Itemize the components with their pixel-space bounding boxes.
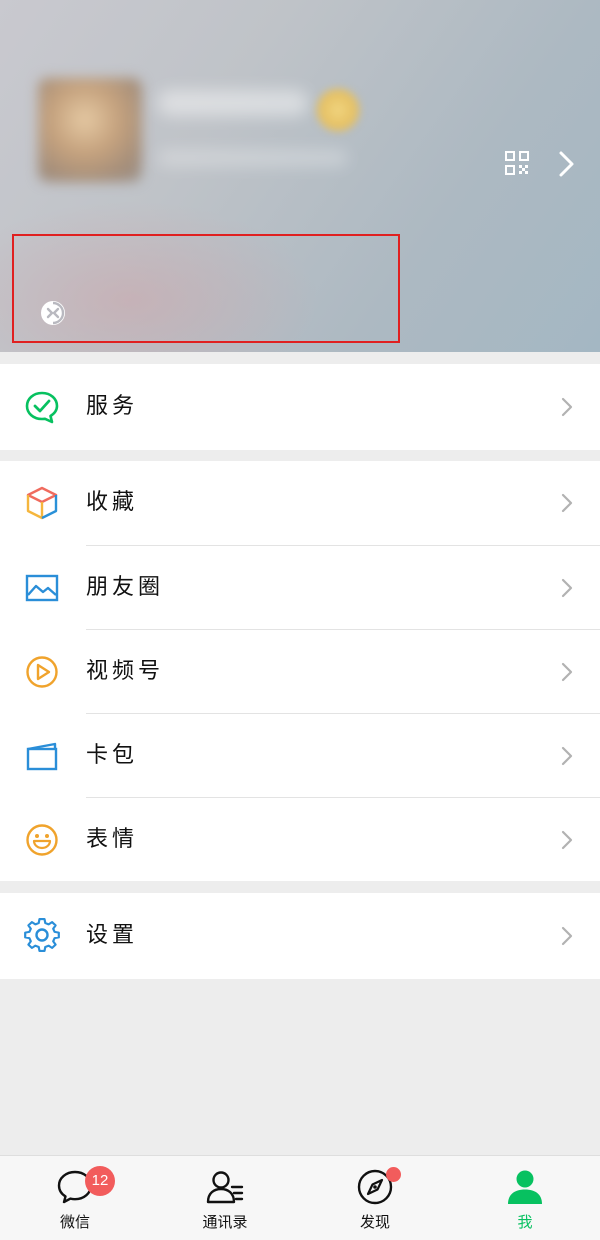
- menu-item-services[interactable]: 服务: [0, 365, 600, 449]
- menu-label-stickers: 表情: [86, 827, 139, 852]
- tab-label-discover: 发现: [359, 1213, 390, 1231]
- menu-label-cards: 卡包: [86, 743, 139, 768]
- nickname-blurred: [158, 90, 308, 116]
- chevron-right-icon: [561, 578, 573, 598]
- wechat-id-blurred: [158, 150, 348, 166]
- menu-group-main: 收藏 朋友圈 视频号 卡包 表情: [0, 461, 600, 881]
- menu-label-channels: 视频号: [86, 659, 165, 684]
- wechat-pay-icon: [25, 391, 59, 424]
- moments-picture-icon: [25, 574, 59, 602]
- menu-label-settings: 设置: [86, 923, 139, 948]
- contacts-icon: [206, 1171, 244, 1204]
- sticker-smile-icon: [26, 824, 58, 856]
- qr-code-icon[interactable]: [504, 150, 530, 176]
- chevron-right-icon: [561, 926, 573, 946]
- status-highlight-box[interactable]: [12, 234, 400, 343]
- menu-label-favorites: 收藏: [86, 490, 139, 515]
- tab-discover[interactable]: 发现: [300, 1156, 450, 1240]
- channels-play-icon: [26, 656, 58, 688]
- menu-item-moments[interactable]: 朋友圈: [0, 546, 600, 630]
- chevron-right-icon[interactable]: [556, 150, 578, 178]
- chevron-right-icon: [561, 746, 573, 766]
- menu-group-settings: 设置: [0, 893, 600, 979]
- chevron-right-icon: [561, 662, 573, 682]
- favorites-cube-icon: [26, 486, 58, 520]
- chevron-right-icon: [561, 397, 573, 417]
- menu-label-moments: 朋友圈: [86, 575, 165, 600]
- new-content-dot: [386, 1167, 401, 1182]
- chevron-right-icon: [561, 830, 573, 850]
- gear-icon: [24, 918, 60, 953]
- profile-header[interactable]: [0, 0, 600, 352]
- menu-label-services: 服务: [86, 394, 139, 419]
- status-emoji-blurred: [316, 88, 360, 132]
- unread-count-badge: 12: [85, 1166, 115, 1196]
- menu-item-channels[interactable]: 视频号: [0, 630, 600, 714]
- tab-chats[interactable]: 12 微信: [0, 1156, 150, 1240]
- person-icon: [508, 1170, 542, 1204]
- menu-item-favorites[interactable]: 收藏: [0, 461, 600, 545]
- tab-label-chats: 微信: [59, 1213, 90, 1231]
- tab-label-me: 我: [517, 1213, 533, 1231]
- avatar[interactable]: [38, 78, 142, 182]
- tab-contacts[interactable]: 通讯录: [150, 1156, 300, 1240]
- card-wallet-icon: [26, 742, 58, 771]
- menu-item-cards[interactable]: 卡包: [0, 714, 600, 798]
- chevron-right-icon: [561, 493, 573, 513]
- add-status-icon[interactable]: [40, 300, 66, 326]
- menu-item-settings[interactable]: 设置: [0, 894, 600, 978]
- menu-item-stickers[interactable]: 表情: [0, 798, 600, 882]
- bottom-tab-bar: 12 微信 通讯录 发现 我: [0, 1155, 600, 1240]
- menu-group-services: 服务: [0, 364, 600, 450]
- tab-me[interactable]: 我: [450, 1156, 600, 1240]
- tab-label-contacts: 通讯录: [202, 1213, 248, 1231]
